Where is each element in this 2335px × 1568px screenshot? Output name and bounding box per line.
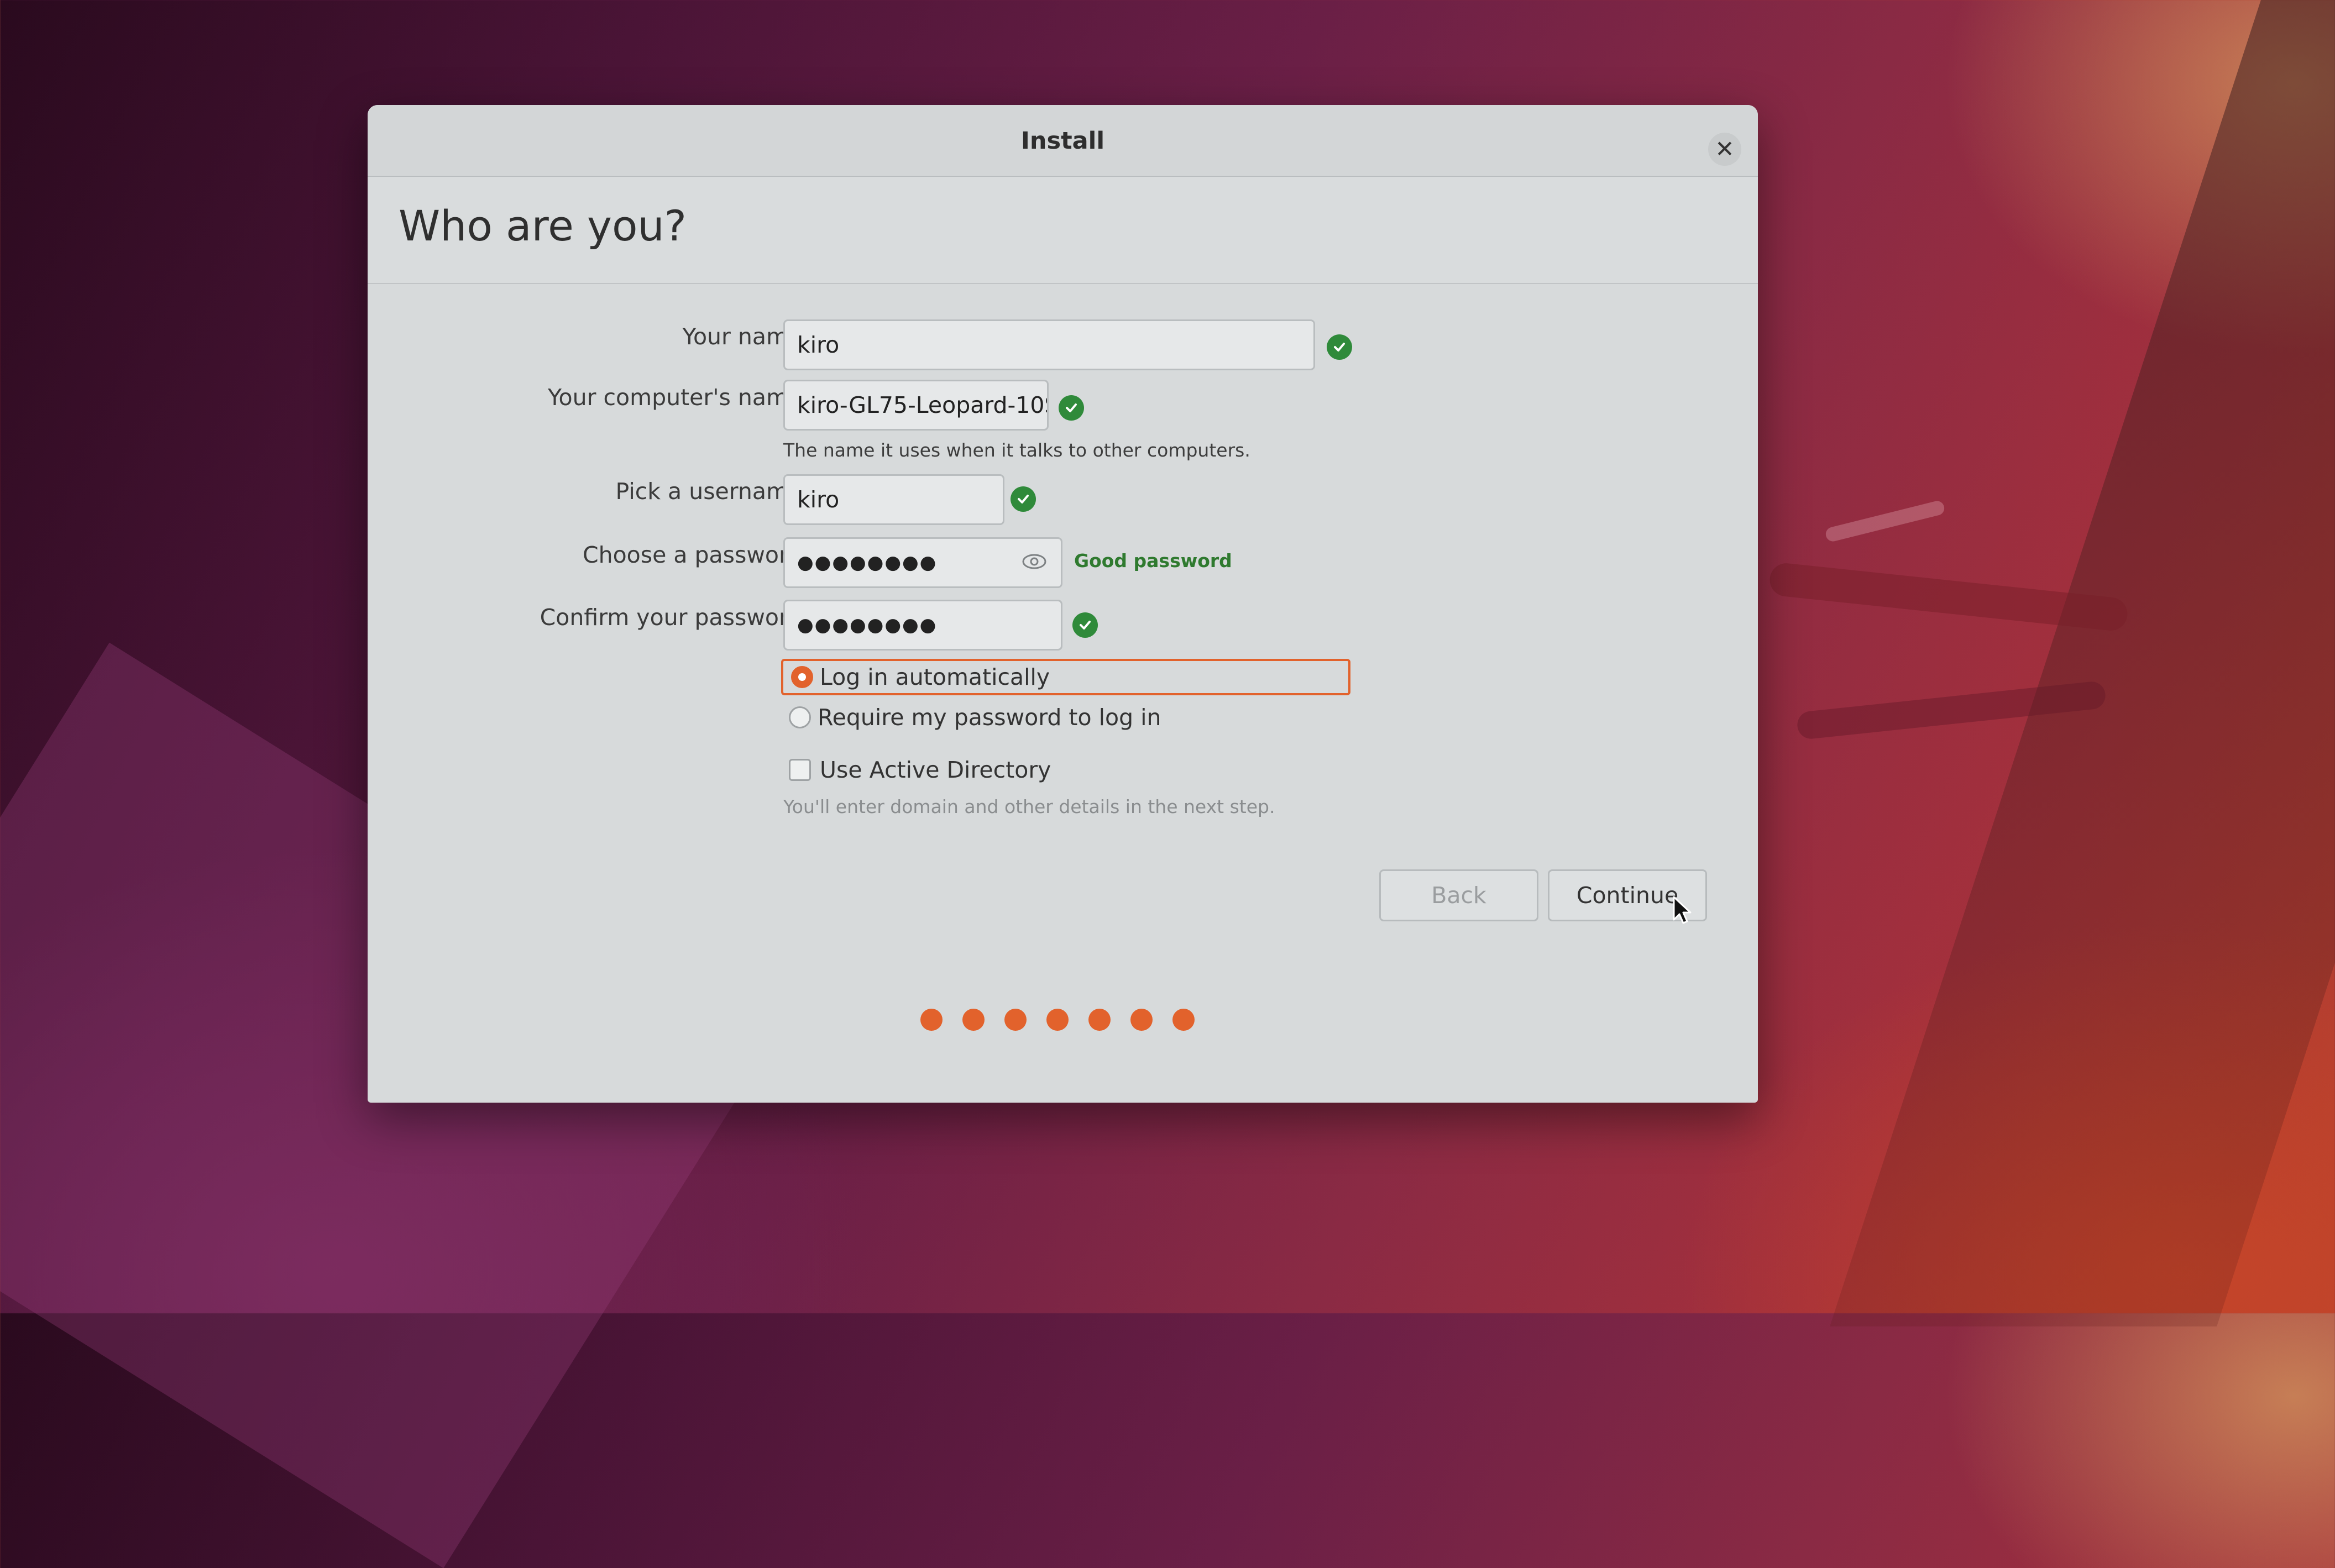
computer-name-field[interactable]: kiro-GL75-Leopard-10S: [783, 380, 1049, 431]
radio-login-automatically[interactable]: Log in automatically: [781, 659, 1350, 695]
progress-dot: [920, 1009, 943, 1031]
page-title: Who are you?: [399, 201, 687, 250]
installer-dialog: Install ✕ Who are you? Your name: kiro Y…: [368, 105, 1758, 1103]
active-directory-checkbox[interactable]: Use Active Directory: [781, 752, 1168, 788]
computer-name-hint: The name it uses when it talks to other …: [783, 439, 1250, 461]
progress-dot: [962, 1009, 985, 1031]
confirm-password-valid-icon: [1072, 612, 1098, 638]
name-label: Your name:: [682, 323, 810, 350]
username-valid-icon: [1011, 486, 1036, 512]
eye-icon[interactable]: [1020, 547, 1049, 576]
computer-name-label: Your computer's name:: [547, 384, 810, 411]
progress-dot: [1088, 1009, 1111, 1031]
password-strength: Good password: [1074, 550, 1232, 571]
username-label: Pick a username:: [615, 478, 810, 505]
name-field[interactable]: kiro: [783, 319, 1315, 370]
title-bar: Install ✕: [368, 105, 1758, 177]
radio-button: [789, 706, 811, 728]
wallpaper-shape: [1830, 0, 2335, 1326]
name-valid-icon: [1327, 334, 1352, 360]
progress-dot: [1004, 1009, 1027, 1031]
radio-label: Log in automatically: [820, 664, 1050, 690]
progress-dot: [1172, 1009, 1195, 1031]
confirm-password-label: Confirm your password:: [540, 604, 810, 631]
computer-name-valid-icon: [1059, 395, 1084, 421]
progress-dots: [920, 1009, 1195, 1031]
close-icon[interactable]: ✕: [1708, 133, 1741, 166]
confirm-password-field[interactable]: ●●●●●●●●: [783, 600, 1062, 651]
password-label: Choose a password:: [582, 542, 810, 568]
radio-button: [791, 666, 813, 688]
window-title: Install: [1020, 127, 1105, 155]
heading-area: Who are you?: [368, 177, 1758, 284]
checkbox-label: Use Active Directory: [820, 757, 1051, 783]
back-button[interactable]: Back: [1379, 869, 1538, 921]
radio-label: Require my password to log in: [818, 704, 1161, 731]
wallpaper-shape: [1824, 499, 1946, 543]
checkbox: [789, 759, 811, 781]
username-field[interactable]: kiro: [783, 474, 1004, 525]
active-directory-hint: You'll enter domain and other details in…: [783, 796, 1275, 817]
mouse-cursor-icon: [1673, 896, 1692, 924]
progress-dot: [1046, 1009, 1069, 1031]
progress-dot: [1130, 1009, 1153, 1031]
radio-require-password[interactable]: Require my password to log in: [781, 699, 1350, 736]
